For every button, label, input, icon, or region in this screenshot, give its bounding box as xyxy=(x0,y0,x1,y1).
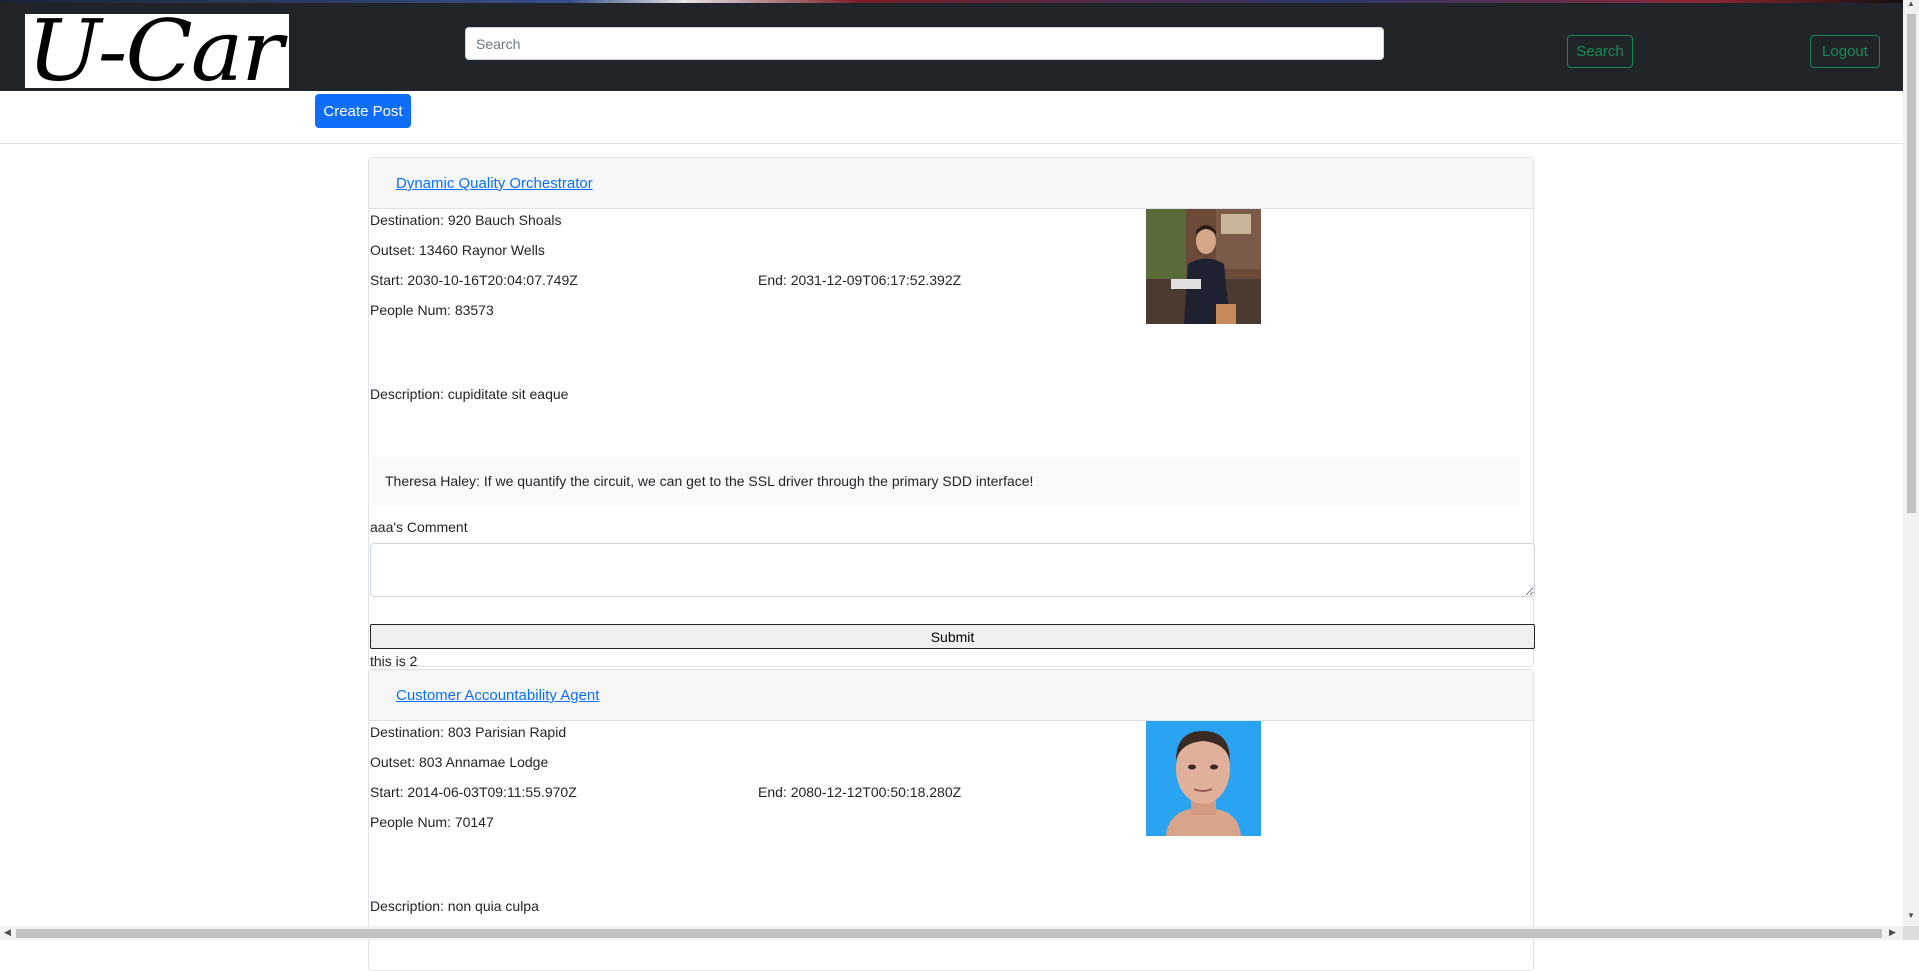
vertical-scroll-thumb[interactable] xyxy=(1907,14,1916,513)
post-start: Start: 2014-06-03T09:11:55.970Z xyxy=(370,784,577,800)
post-outset: Outset: 13460 Raynor Wells xyxy=(370,242,545,258)
post-outset: Outset: 803 Annamae Lodge xyxy=(370,754,549,770)
comment-textarea[interactable] xyxy=(370,543,1535,597)
post-header: Dynamic Quality Orchestrator xyxy=(369,158,1533,209)
comment-label: aaa's Comment xyxy=(370,519,468,535)
scroll-left-icon[interactable]: ◀ xyxy=(4,927,11,938)
post-people-num: People Num: 70147 xyxy=(370,814,494,830)
submit-comment-button[interactable]: Submit xyxy=(370,624,1535,649)
brand-logo[interactable]: U-Car xyxy=(25,14,289,88)
post-description: Description: non quia culpa xyxy=(370,898,539,914)
post-destination: Destination: 803 Parisian Rapid xyxy=(370,724,567,740)
post-photo xyxy=(1146,209,1261,324)
search-button[interactable]: Search xyxy=(1567,35,1633,68)
post-end: End: 2031-12-09T06:17:52.392Z xyxy=(758,272,962,288)
post-people-num: People Num: 83573 xyxy=(370,302,494,318)
post-start: Start: 2030-10-16T20:04:07.749Z xyxy=(370,272,578,288)
scroll-up-icon[interactable]: ▲ xyxy=(1907,0,1915,8)
create-post-button[interactable]: Create Post xyxy=(315,94,411,128)
post-card: Dynamic Quality Orchestrator Destination… xyxy=(368,157,1535,669)
post-description: Description: cupiditate sit eaque xyxy=(370,386,569,402)
post-feed: Dynamic Quality Orchestrator Destination… xyxy=(368,157,1535,971)
vertical-scrollbar[interactable]: ▲ ▼ xyxy=(1903,0,1919,926)
post-photo xyxy=(1146,721,1261,836)
search-input[interactable] xyxy=(465,27,1384,60)
comment-item: Theresa Haley: If we quantify the circui… xyxy=(371,457,1520,505)
comment-text: Theresa Haley: If we quantify the circui… xyxy=(385,473,1034,489)
horizontal-scroll-thumb[interactable] xyxy=(16,929,1882,938)
action-bar xyxy=(0,91,1903,144)
navbar: U-Car Search Logout xyxy=(0,3,1903,91)
post-footnote: this is 2 xyxy=(370,653,418,669)
scroll-right-icon[interactable]: ▶ xyxy=(1889,927,1896,938)
post-title-link[interactable]: Dynamic Quality Orchestrator xyxy=(396,175,593,192)
logo-text: U-Car xyxy=(27,14,283,88)
post-destination: Destination: 920 Bauch Shoals xyxy=(370,212,562,228)
post-end: End: 2080-12-12T00:50:18.280Z xyxy=(758,784,962,800)
horizontal-scrollbar[interactable]: ◀ ▶ xyxy=(0,926,1903,940)
logout-button[interactable]: Logout xyxy=(1810,35,1880,68)
scroll-down-icon[interactable]: ▼ xyxy=(1907,911,1915,920)
scrollbar-corner xyxy=(1903,926,1919,940)
post-title-link[interactable]: Customer Accountability Agent xyxy=(396,687,599,704)
post-header: Customer Accountability Agent xyxy=(369,670,1533,721)
